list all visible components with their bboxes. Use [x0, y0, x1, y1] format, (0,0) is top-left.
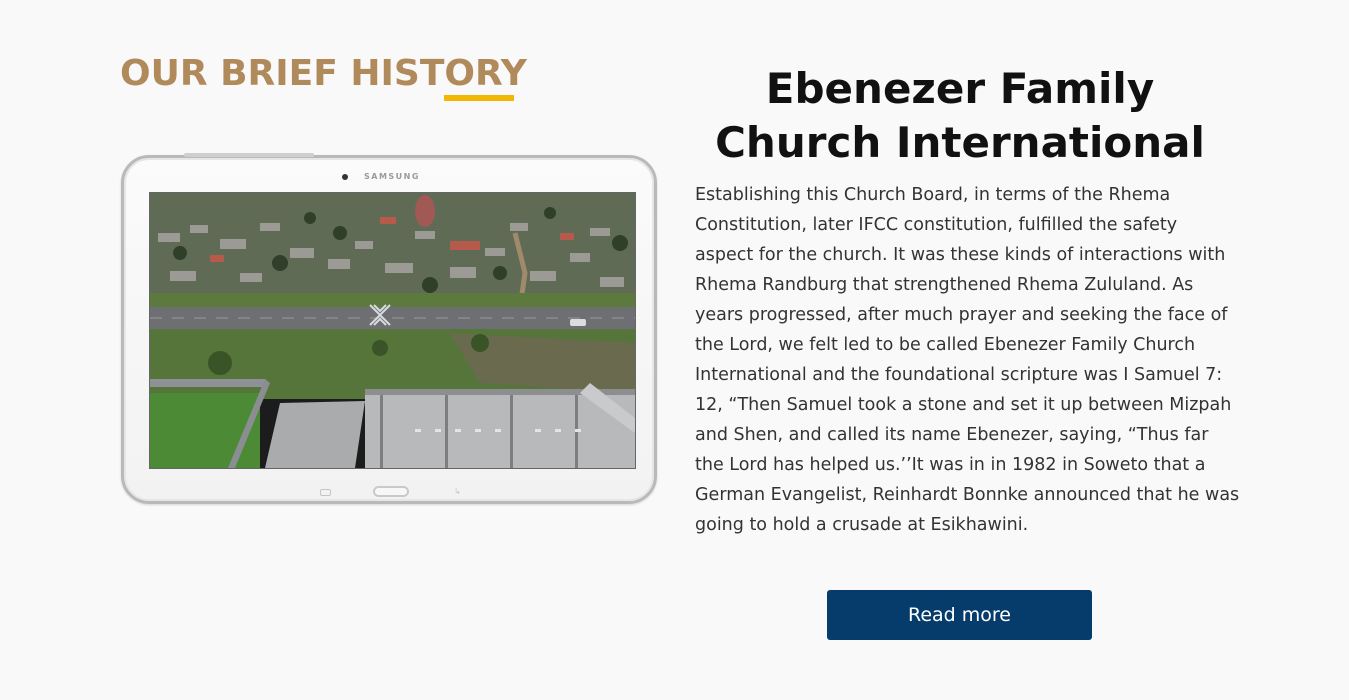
aerial-video-still [150, 193, 635, 468]
heading-underline [444, 95, 514, 101]
tablet-power-key [184, 153, 314, 157]
tablet-brand-label: SAMSUNG [364, 172, 420, 181]
read-more-button[interactable]: Read more [827, 590, 1092, 640]
video-player[interactable] [149, 192, 636, 469]
back-key-icon [320, 489, 331, 496]
section-heading: OUR BRIEF HISTORY [120, 53, 527, 94]
home-button [373, 486, 409, 497]
history-section: OUR BRIEF HISTORY SAMSUNG ↳ Ebenezer Fam… [0, 0, 1349, 700]
menu-key-icon: ↳ [454, 487, 461, 496]
camera-icon [342, 174, 348, 180]
history-paragraph: Establishing this Church Board, in terms… [695, 185, 1240, 535]
church-title: Ebenezer Family Church International [715, 64, 1205, 167]
tablet-video-frame: SAMSUNG ↳ [121, 153, 657, 504]
